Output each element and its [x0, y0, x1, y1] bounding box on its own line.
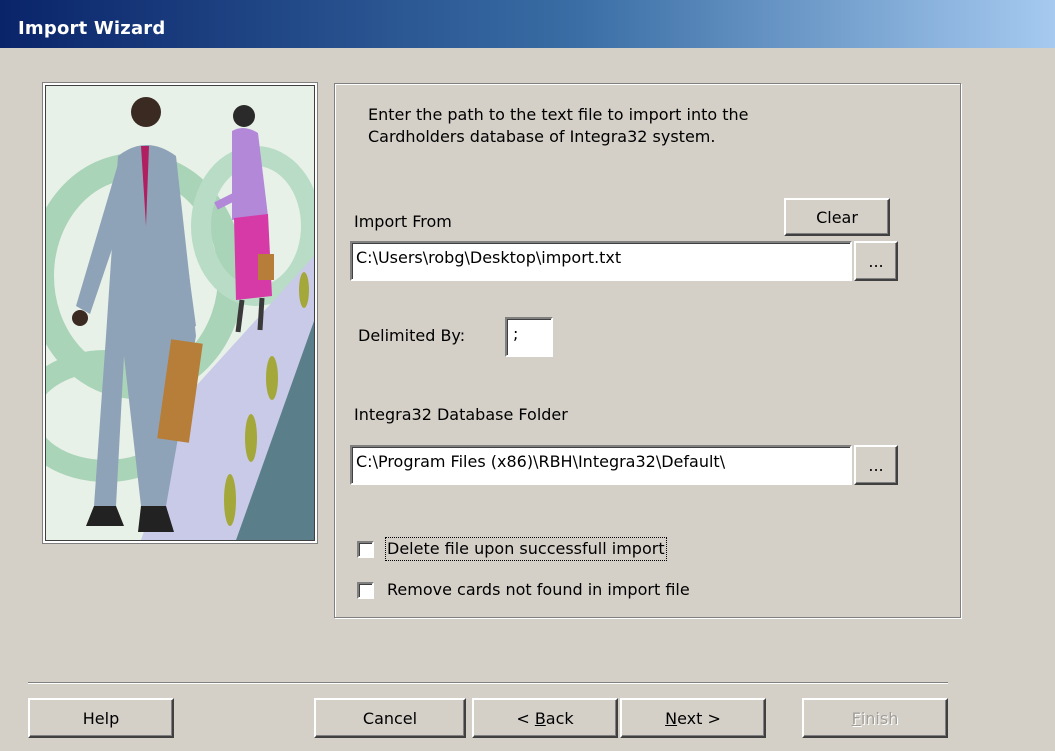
- wizard-illustration: [42, 82, 318, 544]
- delimited-by-label: Delimited By:: [358, 326, 466, 345]
- help-button[interactable]: Help: [28, 698, 174, 738]
- finish-button[interactable]: Finish: [802, 698, 948, 738]
- finish-button-rest: inish: [860, 708, 899, 728]
- instructions-line-1: Enter the path to the text file to impor…: [368, 105, 749, 124]
- database-folder-label: Integra32 Database Folder: [354, 405, 568, 424]
- back-button[interactable]: < Back: [472, 698, 618, 738]
- database-folder-browse-button[interactable]: ...: [854, 445, 898, 485]
- back-button-accel: B: [534, 708, 546, 728]
- cancel-button[interactable]: Cancel: [314, 698, 466, 738]
- window-title: Import Wizard: [18, 18, 166, 39]
- button-separator: [28, 682, 948, 684]
- clear-button[interactable]: Clear: [784, 198, 890, 236]
- delimiter-input[interactable]: ;: [505, 317, 553, 357]
- business-people-illustration-icon: [43, 86, 317, 540]
- import-settings-panel: [334, 83, 961, 618]
- title-bar: Import Wizard: [0, 0, 1055, 48]
- remove-cards-label[interactable]: Remove cards not found in import file: [387, 580, 690, 600]
- back-button-rest: ack: [545, 708, 574, 728]
- delete-file-label[interactable]: Delete file upon successfull import: [385, 537, 667, 561]
- import-from-path-input[interactable]: C:\Users\robg\Desktop\import.txt: [350, 241, 852, 281]
- instructions-line-2: Cardholders database of Integra32 system…: [368, 127, 716, 146]
- import-from-label: Import From: [354, 212, 452, 231]
- next-button[interactable]: Next >: [620, 698, 766, 738]
- next-button-rest: ext >: [677, 708, 721, 728]
- delete-file-checkbox[interactable]: [357, 541, 374, 558]
- finish-button-accel: F: [851, 708, 861, 728]
- back-button-prefix: <: [516, 708, 535, 728]
- database-folder-input[interactable]: C:\Program Files (x86)\RBH\Integra32\Def…: [350, 445, 852, 485]
- next-button-accel: N: [665, 708, 678, 728]
- remove-cards-checkbox[interactable]: [357, 582, 374, 599]
- import-from-browse-button[interactable]: ...: [854, 241, 898, 281]
